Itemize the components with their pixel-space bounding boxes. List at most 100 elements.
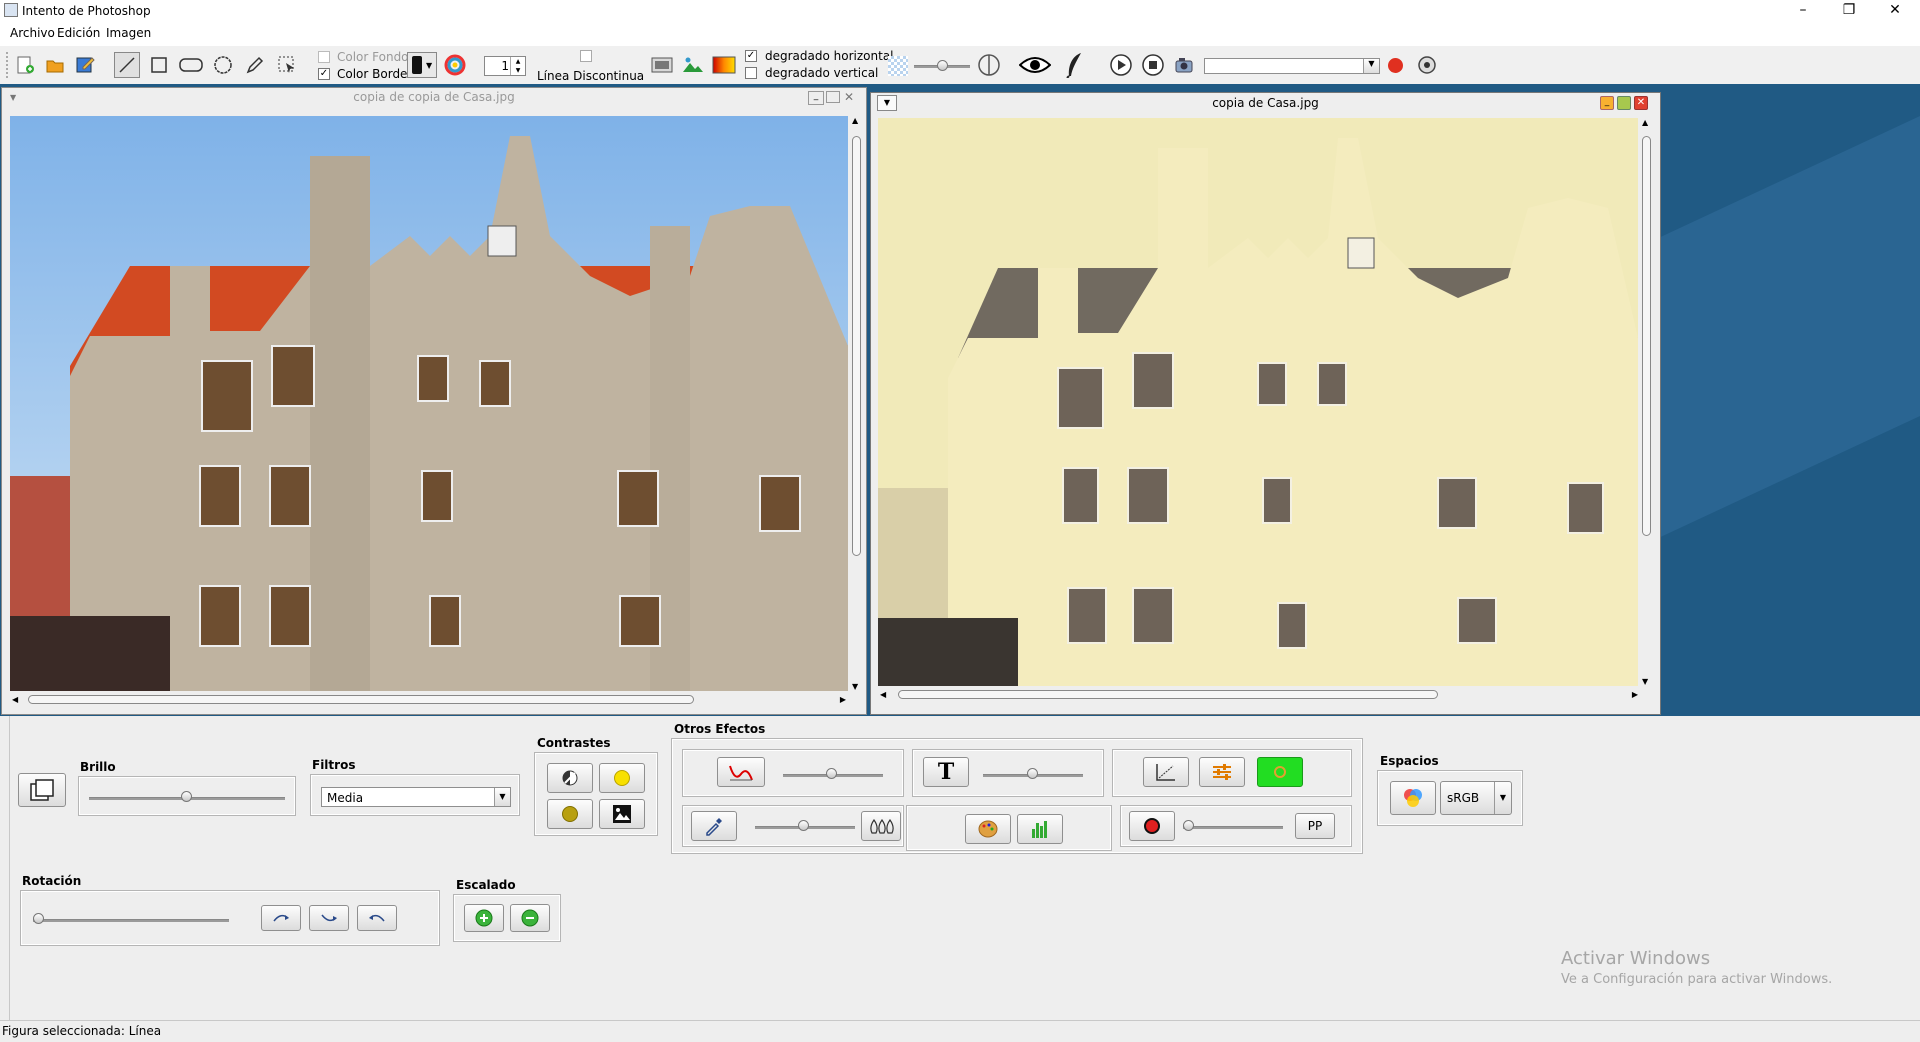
line-tool-icon[interactable]: [114, 52, 140, 78]
rotate-270-button[interactable]: [357, 905, 397, 931]
palette-icon[interactable]: [965, 814, 1011, 844]
right-frame-titlebar[interactable]: ▼ copia de Casa.jpg _ ✕: [871, 93, 1660, 113]
duplicate-image-button[interactable]: [18, 773, 66, 807]
new-file-icon[interactable]: [12, 52, 38, 78]
rectangle-tool-icon[interactable]: [146, 52, 172, 78]
menu-edicion[interactable]: Edición: [57, 26, 100, 40]
right-horizontal-scrollbar[interactable]: ◀ ▶: [878, 688, 1640, 702]
rounded-rectangle-tool-icon[interactable]: [178, 52, 204, 78]
half-circle-icon[interactable]: [976, 52, 1002, 78]
color-borde-checkbox[interactable]: ✓: [318, 68, 330, 80]
brillo-slider-thumb[interactable]: [181, 791, 192, 802]
curve-slider-thumb[interactable]: [826, 768, 837, 779]
left-maximize-button[interactable]: [826, 91, 840, 103]
left-vscroll-thumb[interactable]: [852, 136, 861, 556]
feather-icon[interactable]: [1062, 52, 1088, 78]
transparency-slider-thumb[interactable]: [937, 60, 948, 71]
sine-curve-button[interactable]: [717, 757, 765, 787]
rotacion-slider-track[interactable]: [33, 919, 229, 922]
play-icon[interactable]: [1108, 52, 1134, 78]
desktop-pane: copia de copia de Casa.jpg ▼ _ ✕ ▲ ▼ ◀ ▶…: [0, 84, 1920, 716]
right-image-canvas[interactable]: [878, 118, 1638, 686]
color-space-select[interactable]: sRGB ▼: [1440, 781, 1512, 815]
palette-subpanel: [906, 805, 1112, 851]
left-image-canvas[interactable]: [10, 116, 848, 691]
histogram-icon[interactable]: [1017, 814, 1063, 844]
stop-icon[interactable]: [1140, 52, 1166, 78]
right-close-button[interactable]: ✕: [1634, 96, 1648, 110]
red-channel-icon[interactable]: [1129, 811, 1175, 841]
degradado-horizontal-checkbox[interactable]: ✓: [745, 50, 757, 62]
red-slider-thumb[interactable]: [1183, 820, 1194, 831]
rotate-90-button[interactable]: [261, 905, 301, 931]
eye-icon[interactable]: [1018, 52, 1052, 78]
rotacion-slider-thumb[interactable]: [33, 913, 44, 924]
camera-icon[interactable]: [1172, 52, 1198, 78]
red-slider-track[interactable]: [1183, 826, 1283, 829]
eyedropper-slider-thumb[interactable]: [798, 820, 809, 831]
left-vertical-scrollbar[interactable]: ▲ ▼: [850, 116, 864, 691]
stroke-width-spinner[interactable]: 1 ▲ ▼: [484, 56, 526, 76]
minimize-window-button[interactable]: –: [1780, 0, 1826, 22]
pencil-tool-icon[interactable]: [242, 52, 268, 78]
green-effect-button[interactable]: [1257, 757, 1303, 787]
color-fondo-checkbox[interactable]: [318, 51, 330, 63]
degradado-vertical-checkbox[interactable]: [745, 67, 757, 79]
left-image-frame[interactable]: copia de copia de Casa.jpg ▼ _ ✕ ▲ ▼ ◀ ▶: [1, 87, 867, 715]
linea-discontinua-checkbox[interactable]: [580, 50, 592, 62]
contrast-dark-button[interactable]: [547, 799, 593, 829]
transparency-tool-icon[interactable]: [649, 52, 675, 78]
ellipse-tool-icon[interactable]: [210, 52, 236, 78]
eyedropper-subpanel: [682, 805, 904, 847]
transparency-pattern-icon: [888, 56, 908, 76]
selection-tool-icon[interactable]: [274, 52, 300, 78]
chevron-down-icon[interactable]: ▼: [1494, 782, 1511, 814]
pp-button[interactable]: PP: [1295, 813, 1335, 839]
chevron-down-icon[interactable]: ▼: [494, 788, 510, 806]
restore-window-button[interactable]: ❐: [1826, 0, 1872, 22]
left-close-button[interactable]: ✕: [844, 90, 854, 104]
webcam-icon[interactable]: [1414, 52, 1440, 78]
zoom-out-button[interactable]: [510, 904, 550, 932]
landscape-image-icon[interactable]: [680, 52, 706, 78]
gradient-fill-icon[interactable]: [711, 52, 737, 78]
record-icon[interactable]: [1388, 58, 1403, 73]
contrast-image-button[interactable]: [599, 799, 645, 829]
spinner-arrows-icon[interactable]: ▲ ▼: [510, 57, 525, 75]
right-minimize-button[interactable]: _: [1600, 96, 1614, 110]
contrast-normal-button[interactable]: [547, 763, 593, 793]
menu-archivo[interactable]: Archivo: [10, 26, 55, 40]
save-icon[interactable]: [72, 52, 98, 78]
menu-imagen[interactable]: Imagen: [106, 26, 151, 40]
status-bar: Figura seleccionada: Línea: [0, 1020, 1920, 1042]
drops-icon[interactable]: [861, 811, 901, 841]
right-vscroll-thumb[interactable]: [1642, 136, 1651, 536]
text-slider-thumb[interactable]: [1027, 768, 1038, 779]
color-space-icon[interactable]: [1390, 781, 1436, 815]
left-hscroll-thumb[interactable]: [28, 695, 694, 704]
activation-watermark-subtitle: Ve a Configuración para activar Windows.: [1561, 972, 1833, 987]
right-maximize-button[interactable]: [1617, 96, 1631, 110]
open-folder-icon[interactable]: [42, 52, 68, 78]
color-chooser-combo[interactable]: ▼: [407, 52, 437, 78]
contrastes-panel: [534, 752, 658, 836]
media-combo[interactable]: ▼: [1204, 58, 1380, 74]
right-image-frame[interactable]: ▼ copia de Casa.jpg _ ✕ ▲ ▼ ◀ ▶: [870, 92, 1661, 715]
text-tool-icon[interactable]: T: [923, 757, 969, 787]
contrast-bright-button[interactable]: [599, 763, 645, 793]
frame-menu-icon[interactable]: ▼: [10, 93, 16, 102]
eyedropper-icon[interactable]: [691, 811, 737, 841]
toolbar: Color Fondo ✓ Color Borde ▼ 1 ▲ ▼ Línea D…: [0, 46, 1920, 85]
color-palette-icon[interactable]: [442, 52, 468, 78]
left-horizontal-scrollbar[interactable]: ◀ ▶: [10, 693, 848, 707]
sliders-adjust-icon[interactable]: [1199, 757, 1245, 787]
right-hscroll-thumb[interactable]: [898, 690, 1438, 699]
scatter-chart-icon[interactable]: [1143, 757, 1189, 787]
right-vertical-scrollbar[interactable]: ▲ ▼: [1640, 118, 1654, 686]
chevron-down-icon[interactable]: ▼: [1363, 59, 1379, 73]
zoom-in-button[interactable]: [464, 904, 504, 932]
close-window-button[interactable]: ✕: [1872, 0, 1918, 22]
left-minimize-button[interactable]: _: [808, 91, 824, 105]
filtros-select[interactable]: Media ▼: [321, 787, 511, 807]
rotate-180-button[interactable]: [309, 905, 349, 931]
